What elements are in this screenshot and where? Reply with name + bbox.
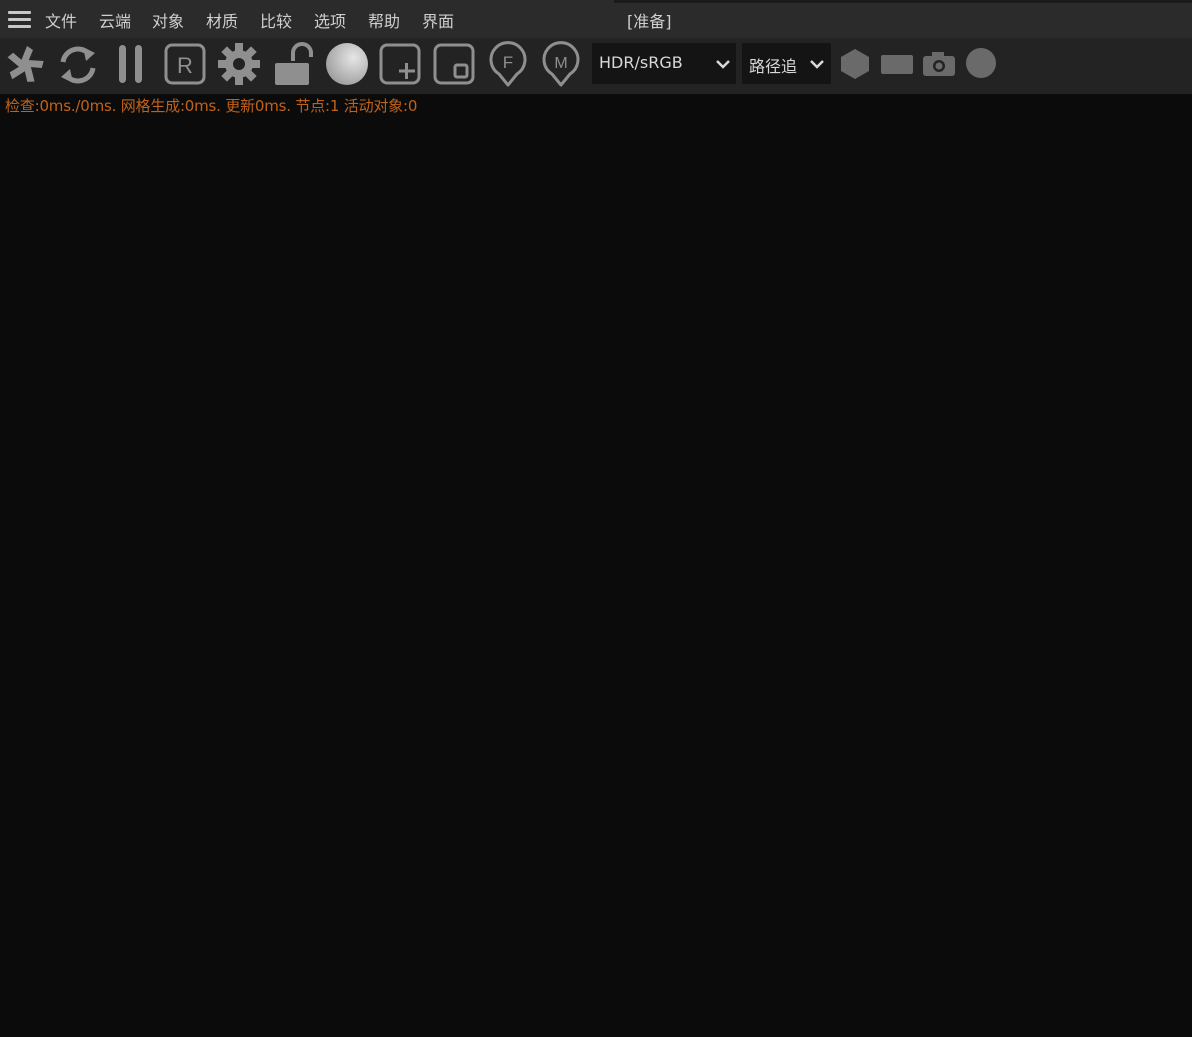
menu-object[interactable]: 对象	[152, 8, 184, 32]
kernel-select-value: 路径追	[749, 57, 798, 76]
menu-file[interactable]: 文件	[45, 8, 77, 32]
sphere-icon[interactable]	[323, 41, 371, 89]
menu-bar-divider	[614, 0, 1192, 3]
camera-icon[interactable]	[922, 49, 956, 79]
focus-region-icon[interactable]	[432, 41, 478, 89]
svg-text:F: F	[503, 53, 513, 72]
render-status-title: [准备]	[627, 12, 672, 31]
f-pin-icon[interactable]: F	[488, 41, 530, 89]
svg-text:R: R	[177, 53, 193, 78]
menu-cloud[interactable]: 云端	[99, 8, 131, 32]
menu-compare[interactable]: 比较	[260, 8, 292, 32]
colorspace-select[interactable]: HDR/sRGB	[592, 43, 736, 84]
render-viewport[interactable]	[0, 94, 1192, 1037]
octane-logo-icon[interactable]	[3, 41, 47, 89]
menu-options[interactable]: 选项	[314, 8, 346, 32]
r-box-icon[interactable]: R	[162, 41, 210, 89]
chevron-down-icon	[810, 60, 824, 69]
unlock-icon[interactable]	[271, 41, 315, 89]
circle-icon[interactable]	[965, 47, 997, 79]
render-toolbar: R F M HDR/sRGB 路径追	[0, 39, 1192, 94]
hexagon-icon[interactable]	[839, 47, 871, 81]
colorspace-select-value: HDR/sRGB	[599, 53, 683, 72]
menu-bar: 文件 云端 对象 材质 比较 选项 帮助 界面 [准备]	[0, 0, 1192, 39]
m-pin-icon[interactable]: M	[541, 41, 583, 89]
render-statistics: 检查:0ms./0ms. 网格生成:0ms. 更新0ms. 节点:1 活动对象:…	[5, 97, 418, 115]
settings-gear-icon[interactable]	[216, 41, 264, 89]
kernel-select[interactable]: 路径追	[742, 43, 831, 84]
rectangle-icon[interactable]	[880, 53, 914, 75]
add-region-icon[interactable]	[378, 41, 424, 89]
svg-text:M: M	[554, 55, 567, 72]
pause-icon[interactable]	[113, 41, 149, 89]
menu-help[interactable]: 帮助	[368, 8, 400, 32]
hamburger-menu-icon[interactable]	[8, 10, 31, 28]
menu-material[interactable]: 材质	[206, 8, 238, 32]
refresh-icon[interactable]	[55, 41, 101, 89]
menu-interface[interactable]: 界面	[422, 8, 454, 32]
chevron-down-icon	[716, 60, 730, 69]
